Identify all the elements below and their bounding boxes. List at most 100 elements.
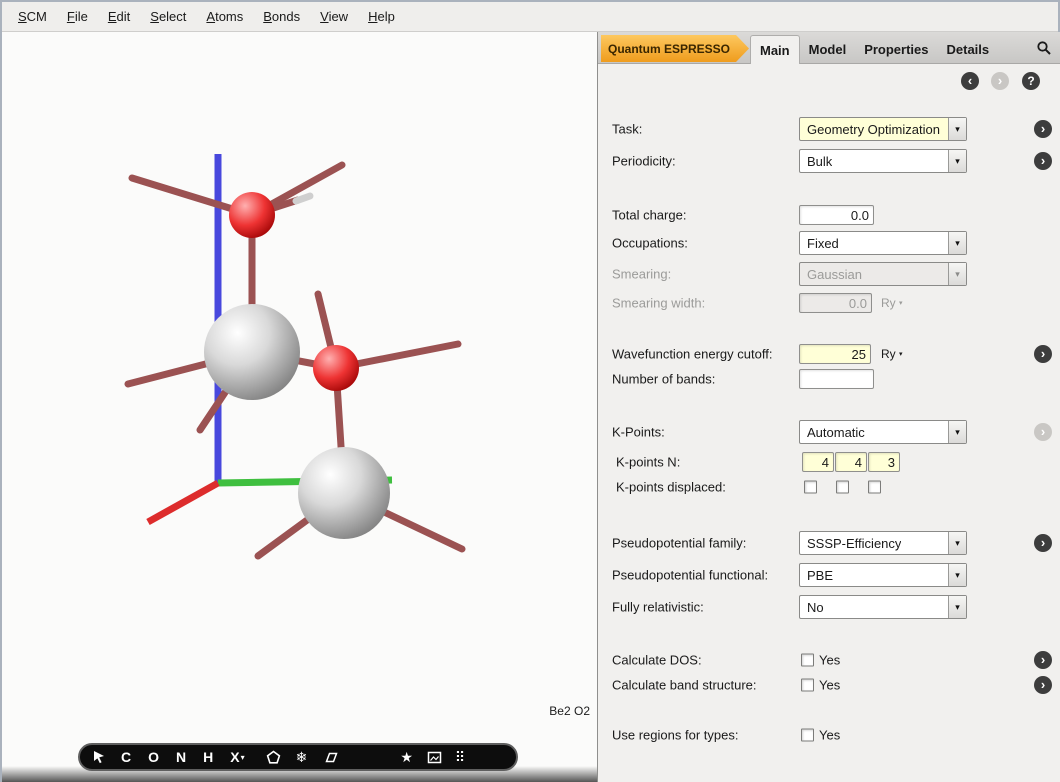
menu-edit[interactable]: Edit [98,5,140,28]
calc-band-detail-button[interactable]: › [1034,676,1052,694]
molecule-viewer[interactable]: Be2 O2 C O N H X ▾ ❄ ★ ⠿ [2,32,598,782]
back-button[interactable]: ‹ [961,72,979,90]
kpoints-n2-input[interactable] [835,452,867,472]
menu-scm[interactable]: SCM [8,5,57,28]
total-charge-row: Total charge: [598,203,1060,227]
forward-button[interactable]: › [991,72,1009,90]
chevron-down-icon: ▾ [948,596,966,618]
task-dropdown[interactable]: Geometry Optimization ▾ [799,117,967,141]
task-label: Task: [612,122,642,137]
element-o-button[interactable]: O [148,745,159,769]
atom-metal-2[interactable] [298,447,390,539]
chevron-down-icon: ▾ [948,263,966,285]
relativistic-dropdown[interactable]: No ▾ [799,595,967,619]
tab-properties[interactable]: Properties [855,35,937,64]
chevron-down-icon: ▾ [948,150,966,172]
frame-tool-icon[interactable] [427,745,442,769]
viewer-toolbar: C O N H X ▾ ❄ ★ ⠿ [78,743,518,771]
element-x-button[interactable]: X ▾ [230,745,244,769]
calc-dos-checkbox[interactable] [801,654,814,667]
smearing-width-unit-dropdown: Ry ▾ [881,296,903,310]
relativistic-row: Fully relativistic: No ▾ [598,595,1060,619]
pointer-tool-icon[interactable] [93,745,106,769]
crystal-tool-icon[interactable]: ❄ [296,745,308,769]
chevron-down-icon: ▾ [948,532,966,554]
molecule-viewport[interactable] [2,32,596,782]
cutoff-detail-button[interactable]: › [1034,345,1052,363]
smearing-width-row: Smearing width: Ry ▾ [598,291,1060,315]
total-charge-input[interactable] [799,205,874,225]
chevron-down-icon: ▾ [948,421,966,443]
app-selector-tab[interactable]: Quantum ESPRESSO [601,35,749,62]
atom-oxygen-1[interactable] [229,192,275,238]
pseudo-family-detail-button[interactable]: › [1034,534,1052,552]
atom-oxygen-2[interactable] [313,345,359,391]
search-icon[interactable] [1036,40,1052,56]
menu-atoms[interactable]: Atoms [196,5,253,28]
menu-view[interactable]: View [310,5,358,28]
tab-model[interactable]: Model [800,35,856,64]
task-row: Task: Geometry Optimization ▾ › [598,117,1060,141]
star-tool-icon[interactable]: ★ [400,745,413,769]
calc-band-checkbox[interactable] [801,679,814,692]
team-tool-icon[interactable]: ⠿ [455,745,465,769]
smearing-dropdown: Gaussian ▾ [799,262,967,286]
calc-dos-row: Calculate DOS: Yes › [598,648,1060,672]
chevron-down-icon: ▾ [899,351,903,358]
kpoints-displaced-3-checkbox[interactable] [868,481,881,494]
kpoints-detail-button: › [1034,423,1052,441]
ring-tool-icon[interactable] [266,745,281,769]
kpoints-displaced-row: K-points displaced: [598,475,1060,499]
application-window: { "menu": { "items": [ {"label": "SCM"},… [0,0,1060,782]
periodicity-label: Periodicity: [612,154,676,169]
use-regions-checkbox-label: Yes [819,728,840,743]
atom-metal-1[interactable] [204,304,300,400]
pseudo-family-label: Pseudopotential family: [612,536,746,551]
task-detail-button[interactable]: › [1034,120,1052,138]
smearing-width-input [799,293,872,313]
calc-dos-detail-button[interactable]: › [1034,651,1052,669]
num-bands-row: Number of bands: [598,367,1060,391]
chevron-down-icon: ▾ [241,753,245,762]
kpoints-displaced-1-checkbox[interactable] [804,481,817,494]
periodicity-dropdown[interactable]: Bulk ▾ [799,149,967,173]
menu-file[interactable]: File [57,5,98,28]
kpoints-n3-input[interactable] [868,452,900,472]
kpoints-n1-input[interactable] [802,452,834,472]
pseudo-family-row: Pseudopotential family: SSSP-Efficiency … [598,531,1060,555]
help-button[interactable]: ? [1022,72,1040,90]
pseudo-family-dropdown[interactable]: SSSP-Efficiency ▾ [799,531,967,555]
occupations-label: Occupations: [612,236,688,251]
kpoints-n-row: K-points N: [598,450,1060,474]
use-regions-checkbox[interactable] [801,729,814,742]
menu-help[interactable]: Help [358,5,405,28]
element-h-button[interactable]: H [203,745,213,769]
calc-band-row: Calculate band structure: Yes › [598,673,1060,697]
calc-band-label: Calculate band structure: [612,678,757,693]
tab-main[interactable]: Main [750,35,800,64]
occupations-dropdown[interactable]: Fixed ▾ [799,231,967,255]
element-n-button[interactable]: N [176,745,186,769]
num-bands-input[interactable] [799,369,874,389]
calc-dos-label: Calculate DOS: [612,653,702,668]
element-c-button[interactable]: C [121,745,131,769]
menu-bar: SCM File Edit Select Atoms Bonds View He… [2,2,1058,32]
cutoff-label: Wavefunction energy cutoff: [612,347,772,362]
kpoints-dropdown[interactable]: Automatic ▾ [799,420,967,444]
plane-tool-icon[interactable] [322,745,338,769]
bond-tip [296,196,310,201]
chevron-down-icon: ▾ [948,564,966,586]
periodicity-detail-button[interactable]: › [1034,152,1052,170]
cutoff-input[interactable] [799,344,871,364]
pseudo-functional-dropdown[interactable]: PBE ▾ [799,563,967,587]
menu-bonds[interactable]: Bonds [253,5,310,28]
use-regions-label: Use regions for types: [612,728,738,743]
calc-dos-checkbox-label: Yes [819,653,840,668]
menu-select[interactable]: Select [140,5,196,28]
smearing-width-label: Smearing width: [612,296,705,311]
cutoff-row: Wavefunction energy cutoff: Ry ▾ › [598,342,1060,366]
kpoints-displaced-2-checkbox[interactable] [836,481,849,494]
cutoff-unit-dropdown[interactable]: Ry ▾ [881,347,903,361]
chevron-down-icon: ▾ [948,232,966,254]
tab-details[interactable]: Details [938,35,999,64]
